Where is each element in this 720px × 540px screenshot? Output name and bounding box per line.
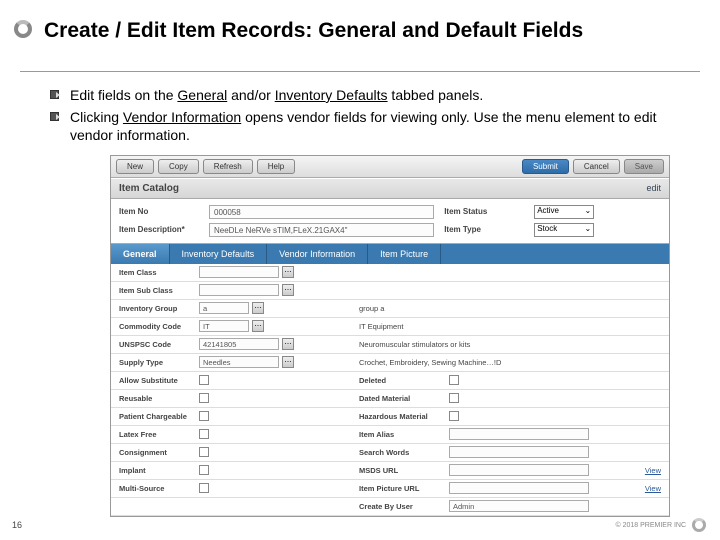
submit-button[interactable]: Submit — [522, 159, 569, 174]
field-label: Create By User — [359, 502, 449, 511]
field-label: Item Picture URL — [359, 484, 449, 493]
page-number: 16 — [12, 520, 22, 530]
item-desc-label: Item Description* — [119, 225, 209, 234]
allow-substitute-checkbox[interactable] — [199, 375, 209, 385]
field-description: Crochet, Embroidery, Sewing Machine…!D — [359, 358, 501, 367]
panel-title: Item Catalog — [119, 183, 179, 194]
field-label: Item Class — [119, 268, 199, 277]
title-divider — [20, 71, 700, 72]
multi-source-checkbox[interactable] — [199, 483, 209, 493]
unspsc-field[interactable]: 42141805 — [199, 338, 279, 350]
dropdown-icon[interactable]: ⋯ — [282, 356, 294, 368]
create-by-field[interactable]: Admin — [449, 500, 589, 512]
field-label: Latex Free — [119, 430, 199, 439]
dropdown-icon[interactable]: ⋯ — [252, 302, 264, 314]
field-description: Neuromuscular stimulators or kits — [359, 340, 470, 349]
field-label: Item Alias — [359, 430, 449, 439]
inventory-group-field[interactable]: a — [199, 302, 249, 314]
premier-logo-icon — [14, 20, 32, 43]
search-words-field[interactable] — [449, 446, 589, 458]
deleted-checkbox[interactable] — [449, 375, 459, 385]
field-label: Search Words — [359, 448, 449, 457]
refresh-button[interactable]: Refresh — [203, 159, 253, 174]
item-no-field[interactable]: 000058 — [209, 205, 434, 219]
implant-checkbox[interactable] — [199, 465, 209, 475]
latex-free-checkbox[interactable] — [199, 429, 209, 439]
patient-chargeable-checkbox[interactable] — [199, 411, 209, 421]
item-alias-field[interactable] — [449, 428, 589, 440]
chevron-down-icon: ⌄ — [584, 206, 591, 215]
tab-item-picture[interactable]: Item Picture — [368, 244, 441, 264]
copyright-text: © 2018 PREMIER INC — [615, 522, 686, 529]
bullet-arrow-icon — [50, 112, 60, 122]
item-no-label: Item No — [119, 207, 209, 216]
field-label: Item Sub Class — [119, 286, 199, 295]
form-grid: Item Class ⋯ Item Sub Class ⋯ Inventory … — [111, 264, 669, 516]
bullet-list: Edit fields on the General and/or Invent… — [50, 86, 690, 145]
field-label: Multi-Source — [119, 484, 199, 493]
field-label: Allow Substitute — [119, 376, 199, 385]
field-label: Implant — [119, 466, 199, 475]
tab-bar: General Inventory Defaults Vendor Inform… — [111, 244, 669, 264]
reusable-checkbox[interactable] — [199, 393, 209, 403]
slide-footer: 16 © 2018 PREMIER INC — [12, 518, 706, 532]
panel-header: Item Catalog edit — [111, 178, 669, 199]
field-label: Supply Type — [119, 358, 199, 367]
item-status-label: Item Status — [444, 207, 534, 216]
field-label: Consignment — [119, 448, 199, 457]
field-label: Patient Chargeable — [119, 412, 199, 421]
item-type-label: Item Type — [444, 225, 534, 234]
premier-logo-icon — [692, 518, 706, 532]
field-label: Commodity Code — [119, 322, 199, 331]
slide-title: Create / Edit Item Records: General and … — [44, 19, 690, 43]
bullet-item: Clicking Vendor Information opens vendor… — [50, 108, 690, 144]
field-label: Inventory Group — [119, 304, 199, 313]
msds-view-link[interactable]: View — [645, 466, 661, 475]
item-subclass-field[interactable] — [199, 284, 279, 296]
item-desc-field[interactable]: NeeDLe NeRVe sTIM,FLeX.21GAX4" — [209, 223, 434, 237]
dated-material-checkbox[interactable] — [449, 393, 459, 403]
dropdown-icon[interactable]: ⋯ — [282, 338, 294, 350]
help-button[interactable]: Help — [257, 159, 295, 174]
hazardous-checkbox[interactable] — [449, 411, 459, 421]
copy-button[interactable]: Copy — [158, 159, 199, 174]
field-label: MSDS URL — [359, 466, 449, 475]
header-fields: Item No 000058 Item Status Active⌄ Item … — [111, 199, 669, 244]
cancel-button[interactable]: Cancel — [573, 159, 620, 174]
edit-link[interactable]: edit — [646, 183, 661, 193]
picture-view-link[interactable]: View — [645, 484, 661, 493]
field-description: group a — [359, 304, 384, 313]
field-description: IT Equipment — [359, 322, 403, 331]
app-screenshot: New Copy Refresh Help Submit Cancel Save… — [110, 155, 670, 517]
field-label: UNSPSC Code — [119, 340, 199, 349]
field-label: Dated Material — [359, 394, 449, 403]
field-label: Reusable — [119, 394, 199, 403]
toolbar: New Copy Refresh Help Submit Cancel Save — [111, 156, 669, 178]
save-button[interactable]: Save — [624, 159, 664, 174]
new-button[interactable]: New — [116, 159, 154, 174]
field-label: Deleted — [359, 376, 449, 385]
item-type-select[interactable]: Stock⌄ — [534, 223, 594, 237]
tab-general[interactable]: General — [111, 244, 170, 264]
dropdown-icon[interactable]: ⋯ — [282, 266, 294, 278]
tab-inventory-defaults[interactable]: Inventory Defaults — [170, 244, 268, 264]
tab-vendor-information[interactable]: Vendor Information — [267, 244, 368, 264]
dropdown-icon[interactable]: ⋯ — [282, 284, 294, 296]
bullet-item: Edit fields on the General and/or Invent… — [50, 86, 690, 104]
dropdown-icon[interactable]: ⋯ — [252, 320, 264, 332]
field-label: Hazardous Material — [359, 412, 449, 421]
supply-type-field[interactable]: Needles — [199, 356, 279, 368]
commodity-field[interactable]: IT — [199, 320, 249, 332]
msds-url-field[interactable] — [449, 464, 589, 476]
item-picture-url-field[interactable] — [449, 482, 589, 494]
item-class-field[interactable] — [199, 266, 279, 278]
item-status-select[interactable]: Active⌄ — [534, 205, 594, 219]
bullet-arrow-icon — [50, 90, 60, 100]
chevron-down-icon: ⌄ — [584, 224, 591, 233]
consignment-checkbox[interactable] — [199, 447, 209, 457]
